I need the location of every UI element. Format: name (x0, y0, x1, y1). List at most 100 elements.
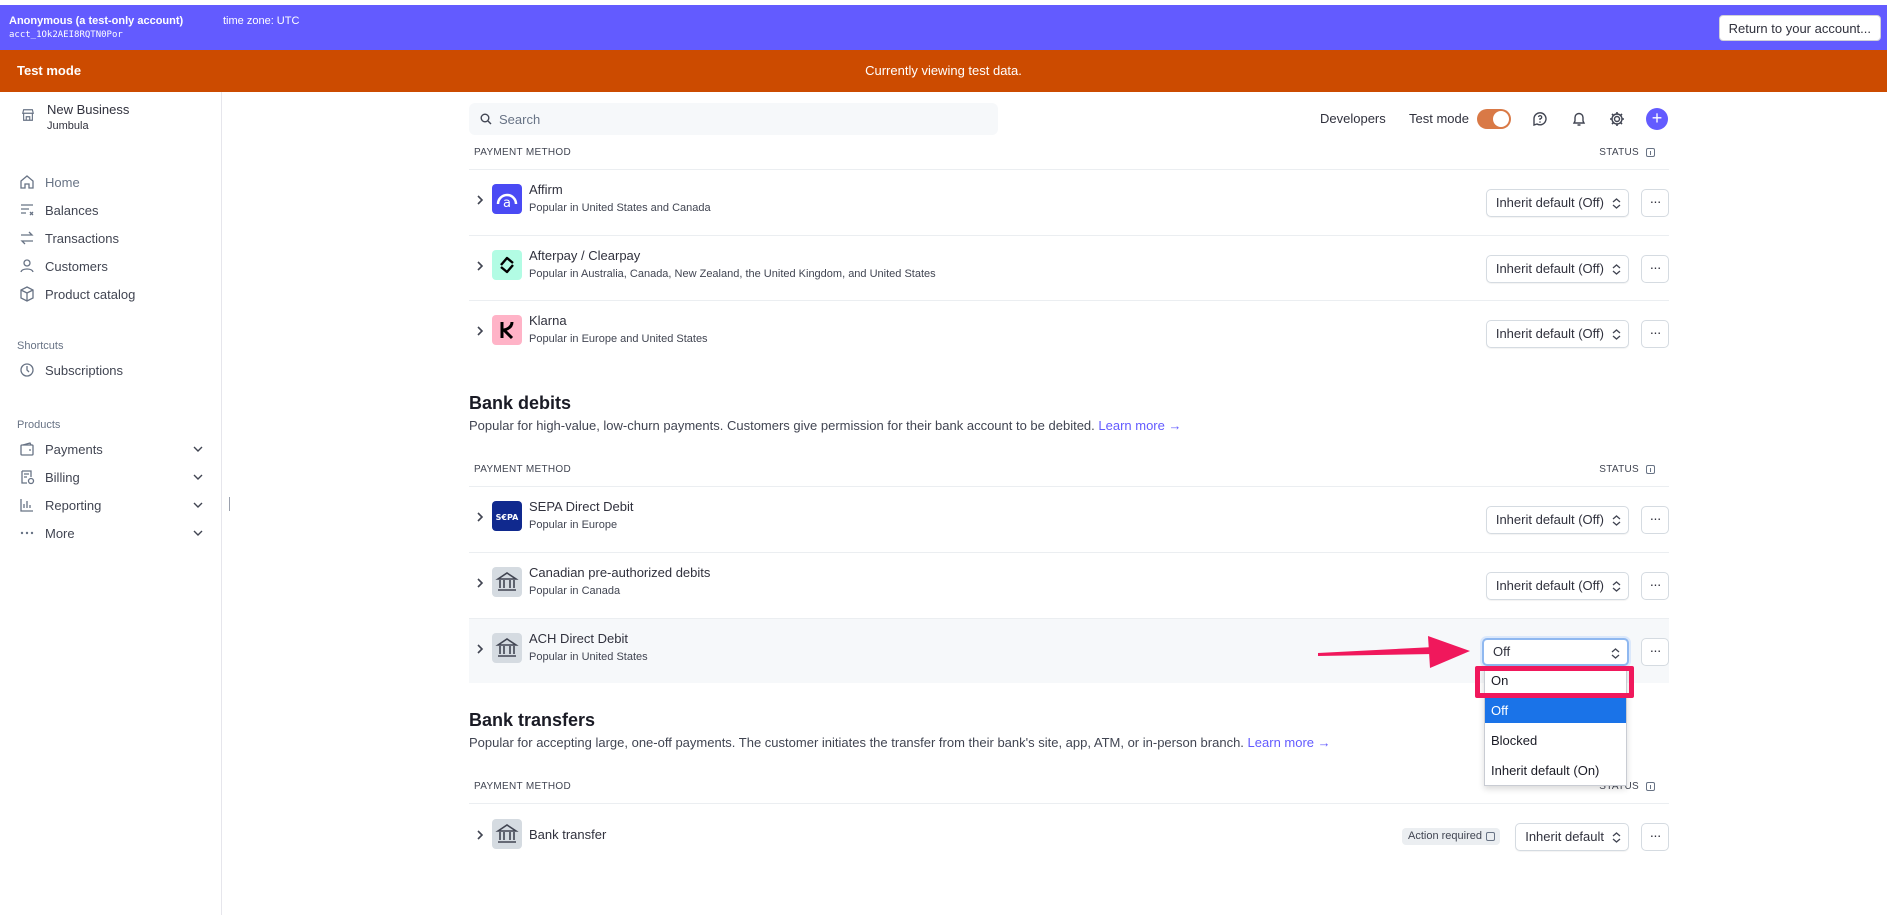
status-select-value: Inherit default (Off) (1495, 261, 1604, 276)
chevron-down-icon (193, 502, 203, 508)
action-required-badge[interactable]: Action required (1402, 828, 1500, 845)
learn-more-link[interactable]: Learn more → (1098, 418, 1181, 433)
up-down-icon (1612, 515, 1621, 526)
payment-method-row-afterpay[interactable]: Afterpay / Clearpay Popular in Australia… (469, 236, 1669, 300)
dropdown-option-off[interactable]: Off (1485, 698, 1626, 723)
more-options-button[interactable]: ··· (1641, 320, 1669, 348)
sidebar-resize-handle[interactable] (229, 497, 230, 511)
shortcuts-section-label: Shortcuts (17, 340, 64, 352)
search-input[interactable]: Search (469, 103, 998, 135)
bank-debits-description: Popular for high-value, low-churn paymen… (469, 418, 1181, 433)
sidebar-item-label: More (45, 525, 75, 541)
more-options-button[interactable]: ··· (1641, 506, 1669, 534)
status-select[interactable]: Inherit default (Off) (1485, 506, 1629, 534)
help-icon[interactable] (1531, 110, 1549, 128)
return-to-account-button[interactable]: Return to your account... (1718, 15, 1881, 41)
test-mode-toggle-label: Test mode (1409, 111, 1469, 126)
chevron-right-icon[interactable] (473, 259, 487, 273)
svg-text:a: a (503, 196, 511, 211)
chevron-right-icon[interactable] (473, 642, 487, 656)
status-select-value: Inherit default (1525, 829, 1604, 844)
sidebar-item-transactions[interactable]: Transactions (19, 227, 204, 249)
status-select[interactable]: Inherit default (Off) (1485, 320, 1629, 348)
account-bar: Anonymous (a test-only account) acct_1Ok… (0, 5, 1887, 50)
affirm-logo: a (492, 184, 522, 214)
status-select-value: Inherit default (Off) (1495, 578, 1604, 593)
status-select-value: Off (1493, 644, 1511, 659)
payment-method-description: Popular in United States (529, 651, 648, 663)
sidebar-item-label: Transactions (45, 230, 119, 246)
sepa-logo-text: S€PA (496, 513, 519, 522)
sepa-logo-mark: S€PA (496, 513, 519, 522)
payment-method-name: Bank transfer (529, 827, 607, 842)
klarna-logo-mark (500, 321, 514, 340)
more-options-button[interactable]: ··· (1641, 638, 1669, 666)
chevron-down-icon (193, 446, 203, 452)
payment-method-row-sepa[interactable]: S€PA SEPA Direct Debit Popular in Europe… (469, 487, 1669, 551)
payment-method-row-affirm[interactable]: a Affirm Popular in United States and Ca… (469, 170, 1669, 234)
test-mode-toggle[interactable] (1477, 109, 1511, 129)
payment-method-description: Popular in Canada (529, 585, 621, 597)
annotation-highlight-box (1475, 666, 1634, 698)
sidebar-item-home[interactable]: Home (19, 171, 204, 193)
sidebar-item-label: Customers (45, 258, 108, 274)
sidebar-item-product-catalog[interactable]: Product catalog (19, 283, 204, 305)
info-icon[interactable] (1646, 148, 1655, 157)
badge-label: Action required (1408, 830, 1482, 842)
dropdown-option-inherit-default-on[interactable]: Inherit default (On) (1485, 758, 1626, 783)
sidebar-item-label: Payments (45, 441, 103, 457)
more-options-button[interactable]: ··· (1641, 189, 1669, 217)
chevron-right-icon[interactable] (473, 324, 487, 338)
business-name: New Business (47, 102, 130, 117)
payment-method-name: SEPA Direct Debit (529, 499, 634, 514)
payment-method-description: Popular in Europe (529, 519, 618, 531)
payment-method-column-header: PAYMENT METHOD (474, 781, 571, 792)
chevron-right-icon[interactable] (473, 193, 487, 207)
create-new-button[interactable]: + (1646, 108, 1668, 130)
sidebar-item-billing[interactable]: Billing (19, 466, 204, 488)
bank-debits-description-text: Popular for high-value, low-churn paymen… (469, 418, 1095, 433)
status-select[interactable]: Off (1482, 638, 1629, 666)
home-icon (20, 175, 34, 189)
info-icon[interactable] (1646, 465, 1655, 474)
table-header: PAYMENT METHOD STATUS (469, 147, 1669, 161)
payment-method-row-klarna[interactable]: Klarna Popular in Europe and United Stat… (469, 301, 1669, 365)
test-mode-banner-message: Currently viewing test data. (865, 63, 1022, 78)
sidebar-item-payments[interactable]: Payments (19, 438, 204, 460)
gear-icon[interactable] (1608, 110, 1626, 128)
payment-method-row-canadian-pad[interactable]: Canadian pre-authorized debits Popular i… (469, 553, 1669, 617)
sidebar-item-customers[interactable]: Customers (19, 255, 204, 277)
dropdown-option-blocked[interactable]: Blocked (1485, 728, 1626, 753)
status-select[interactable]: Inherit default (Off) (1485, 255, 1629, 283)
sidebar-item-label: Home (45, 174, 80, 190)
status-select-value: Inherit default (Off) (1495, 326, 1604, 341)
bank-debits-title: Bank debits (469, 393, 572, 413)
bank-logo (492, 633, 522, 663)
payment-method-row-bank-transfer[interactable]: Bank transfer Action required Inherit de… (469, 803, 1669, 867)
sidebar-item-balances[interactable]: Balances (19, 199, 204, 221)
up-down-icon (1612, 198, 1621, 209)
sidebar-item-label: Balances (45, 202, 99, 218)
sidebar-item-subscriptions[interactable]: Subscriptions (19, 359, 204, 381)
learn-more-link[interactable]: Learn more → (1248, 735, 1331, 750)
status-select[interactable]: Inherit default (Off) (1485, 189, 1629, 217)
bank-transfers-description: Popular for accepting large, one-off pay… (469, 735, 1331, 750)
developers-link[interactable]: Developers (1320, 111, 1386, 126)
more-options-button[interactable]: ··· (1641, 572, 1669, 600)
up-down-icon (1612, 329, 1621, 340)
transactions-icon (20, 231, 34, 245)
payment-method-column-header: PAYMENT METHOD (474, 147, 571, 158)
sidebar: New Business Jumbula Home Balances Trans… (0, 92, 222, 915)
chevron-right-icon[interactable] (473, 510, 487, 524)
chevron-right-icon[interactable] (473, 576, 487, 590)
sidebar-item-more[interactable]: More (19, 522, 204, 544)
status-select[interactable]: Inherit default (1515, 823, 1629, 851)
sepa-logo: S€PA (492, 501, 522, 531)
info-icon[interactable] (1646, 782, 1655, 791)
status-select[interactable]: Inherit default (Off) (1485, 572, 1629, 600)
more-options-button[interactable]: ··· (1641, 823, 1669, 851)
chevron-right-icon[interactable] (473, 828, 487, 842)
sidebar-item-reporting[interactable]: Reporting (19, 494, 204, 516)
more-options-button[interactable]: ··· (1641, 255, 1669, 283)
bell-icon[interactable] (1570, 110, 1588, 128)
